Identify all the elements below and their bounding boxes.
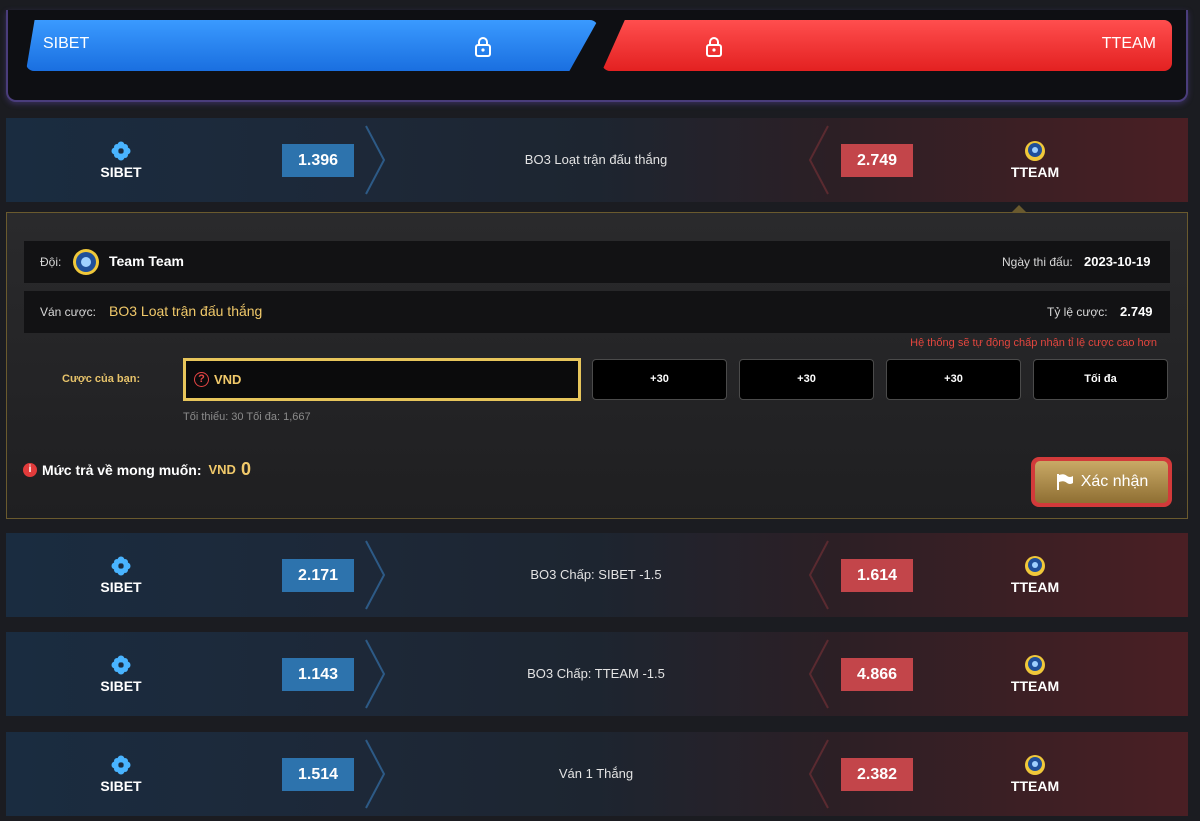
home-team-name: SIBET bbox=[100, 579, 142, 595]
sibet-logo-icon bbox=[111, 655, 131, 675]
bet-amount-field[interactable]: ? bbox=[183, 358, 581, 401]
tteam-logo-icon bbox=[1025, 755, 1045, 775]
chevron-right-icon bbox=[365, 125, 386, 195]
away-team: TTEAM bbox=[985, 754, 1085, 794]
question-icon: ? bbox=[194, 372, 209, 387]
away-team: TTEAM bbox=[985, 654, 1085, 694]
home-odds-button[interactable]: 1.514 bbox=[282, 758, 354, 791]
away-team: TTEAM bbox=[985, 555, 1085, 595]
payout-amount: 0 bbox=[240, 459, 251, 479]
odds-value: 2.749 bbox=[1120, 304, 1153, 319]
away-odds-button[interactable]: 2.749 bbox=[841, 144, 913, 177]
quick-add-button[interactable]: +30 bbox=[592, 359, 727, 400]
team-left-banner[interactable]: SIBET bbox=[26, 20, 598, 71]
home-odds-button[interactable]: 2.171 bbox=[282, 559, 354, 592]
away-team-name: TTEAM bbox=[1010, 678, 1060, 694]
team-left-name: SIBET bbox=[43, 35, 90, 52]
odds-label: Tỷ lệ cược: bbox=[1047, 305, 1108, 319]
sibet-logo-icon bbox=[111, 755, 131, 775]
team-right-name: TTEAM bbox=[1101, 35, 1156, 52]
payout-currency: VND bbox=[208, 462, 236, 477]
away-team-name: TTEAM bbox=[1010, 579, 1060, 595]
chevron-left-icon bbox=[808, 540, 829, 610]
lock-icon bbox=[706, 37, 722, 57]
home-team: SIBET bbox=[71, 140, 171, 180]
tteam-logo-icon bbox=[1025, 655, 1045, 675]
quick-add-button[interactable]: +30 bbox=[739, 359, 874, 400]
market-name: Ván 1 Thắng bbox=[558, 766, 634, 781]
confirm-button[interactable]: Xác nhận bbox=[1031, 457, 1172, 507]
quick-add-button[interactable]: +30 bbox=[886, 359, 1021, 400]
lock-icon bbox=[475, 37, 491, 57]
market-row: SIBET 2.171 BO3 Chấp: SIBET -1.5 1.614 T… bbox=[6, 533, 1188, 617]
market-name: BO3 Chấp: TTEAM -1.5 bbox=[527, 666, 665, 681]
expected-payout: i Mức trả về mong muốn: VND 0 bbox=[23, 459, 251, 480]
bet-limits: Tối thiểu: 30 Tối đa: 1,667 bbox=[183, 411, 311, 423]
market-value: BO3 Loạt trận đấu thắng bbox=[109, 303, 263, 319]
away-team-name: TTEAM bbox=[1010, 164, 1060, 180]
team-name: Team Team bbox=[109, 253, 184, 269]
home-team: SIBET bbox=[71, 754, 171, 794]
sibet-logo-icon bbox=[111, 141, 131, 161]
home-team: SIBET bbox=[71, 555, 171, 595]
market-info-row: Ván cược: BO3 Loạt trận đấu thắng Tỷ lệ … bbox=[24, 291, 1170, 333]
market-name: BO3 Chấp: SIBET -1.5 bbox=[530, 567, 662, 582]
tteam-logo-icon bbox=[1025, 141, 1045, 161]
away-team: TTEAM bbox=[985, 140, 1085, 180]
max-bet-button[interactable]: Tối đa bbox=[1033, 359, 1168, 400]
chevron-left-icon bbox=[808, 125, 829, 195]
home-team: SIBET bbox=[71, 654, 171, 694]
away-odds-button[interactable]: 1.614 bbox=[841, 559, 913, 592]
bet-amount-input[interactable] bbox=[214, 372, 554, 387]
team-label: Đội: bbox=[40, 255, 62, 269]
market-row: SIBET 1.143 BO3 Chấp: TTEAM -1.5 4.866 T… bbox=[6, 632, 1188, 716]
bet-slip-panel: Đội: Team Team Ngày thi đấu: 2023-10-19 … bbox=[6, 212, 1188, 519]
info-icon: i bbox=[23, 462, 37, 477]
payout-label: Mức trả về mong muốn: bbox=[42, 461, 202, 478]
auto-accept-notice: Hệ thống sẽ tự động chấp nhận tỉ lệ cược… bbox=[910, 337, 1157, 349]
away-team-name: TTEAM bbox=[1010, 778, 1060, 794]
chevron-right-icon bbox=[365, 739, 386, 809]
home-team-name: SIBET bbox=[100, 164, 142, 180]
team-right-banner[interactable]: TTEAM bbox=[602, 20, 1172, 71]
tteam-logo-icon bbox=[1025, 556, 1045, 576]
market-row: SIBET 1.514 Ván 1 Thắng 2.382 TTEAM bbox=[6, 732, 1188, 816]
home-team-name: SIBET bbox=[100, 778, 142, 794]
match-date-label: Ngày thi đấu: bbox=[1002, 255, 1073, 269]
away-odds-button[interactable]: 2.382 bbox=[841, 758, 913, 791]
tteam-logo-icon bbox=[73, 249, 99, 275]
match-date-value: 2023-10-19 bbox=[1084, 254, 1151, 269]
chevron-left-icon bbox=[808, 739, 829, 809]
away-odds-button[interactable]: 4.866 bbox=[841, 658, 913, 691]
market-label: Ván cược: bbox=[40, 305, 96, 319]
market-row: SIBET 1.396 BO3 Loạt trận đấu thắng 2.74… bbox=[6, 118, 1188, 202]
chevron-right-icon bbox=[365, 639, 386, 709]
your-bet-label: Cược của bạn: bbox=[62, 373, 141, 385]
chevron-left-icon bbox=[808, 639, 829, 709]
team-info-row: Đội: Team Team Ngày thi đấu: 2023-10-19 bbox=[24, 241, 1170, 283]
market-name: BO3 Loạt trận đấu thắng bbox=[524, 152, 668, 167]
confirm-label: Xác nhận bbox=[1080, 473, 1149, 490]
sibet-logo-icon bbox=[111, 556, 131, 576]
home-odds-button[interactable]: 1.396 bbox=[282, 144, 354, 177]
flag-icon bbox=[1056, 474, 1073, 490]
home-odds-button[interactable]: 1.143 bbox=[282, 658, 354, 691]
home-team-name: SIBET bbox=[100, 678, 142, 694]
chevron-right-icon bbox=[365, 540, 386, 610]
